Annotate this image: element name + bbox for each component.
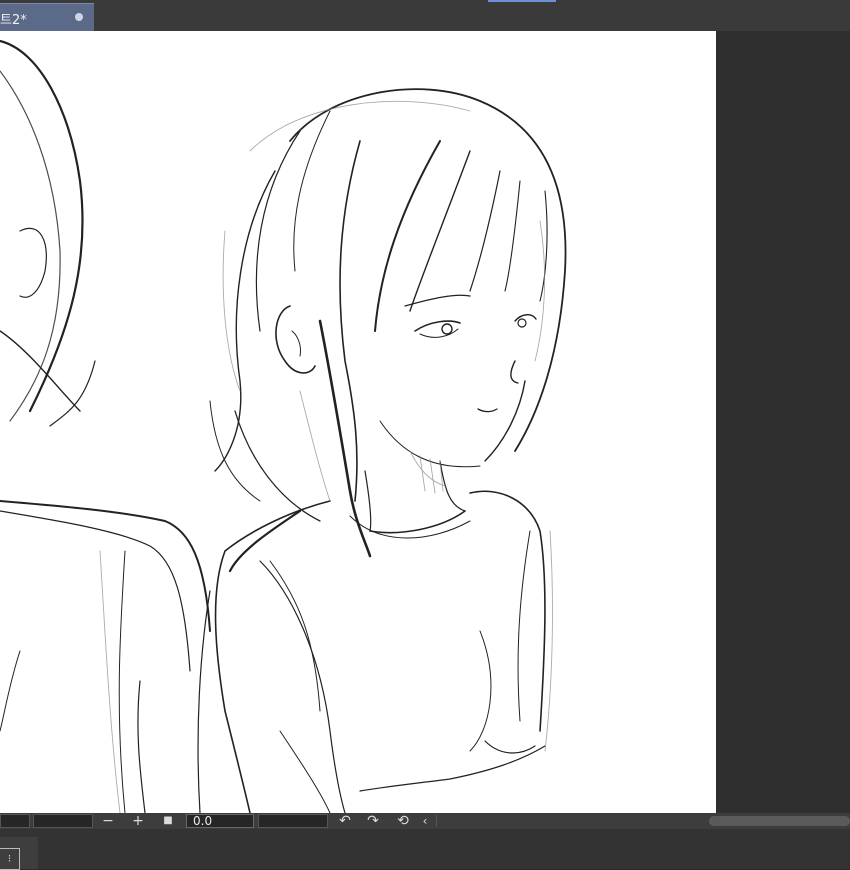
collapse-toolbar-button[interactable]: ‹ [418,813,432,829]
status-bar: ⁝ [0,829,850,870]
horizontal-scrollbar[interactable] [709,816,850,826]
rotate-left-button[interactable]: ↶ [335,813,355,829]
document-tab[interactable]: 트2* [0,3,94,31]
document-tab-title: 트2* [0,13,27,28]
active-panel-accent [488,0,556,2]
zoom-in-button[interactable]: + [128,813,148,829]
rotation-slider[interactable] [258,814,328,828]
sketch-artwork [0,39,567,813]
canvas-navigation-bar: − + ■ 0.0 ↶ ↷ ⟲ ‹ [0,813,850,829]
zoom-out-button[interactable]: − [98,813,118,829]
document-tab-bar: 트2* [0,0,850,31]
panel-layout-icon: ⁝ [0,848,20,870]
unsaved-indicator-dot[interactable] [75,13,83,21]
toolbar-divider [436,815,437,827]
drawing-canvas[interactable] [0,31,716,813]
fit-to-screen-button[interactable]: ■ [158,813,178,829]
panel-toggle-button[interactable]: ⁝ [0,837,38,870]
canvas-workspace[interactable] [0,31,850,813]
zoom-level-field[interactable] [0,814,30,828]
reset-rotation-button[interactable]: ⟲ [393,813,413,829]
rotate-right-button[interactable]: ↷ [363,813,383,829]
rotation-angle-input[interactable]: 0.0 [186,814,254,828]
zoom-slider[interactable] [33,814,93,828]
